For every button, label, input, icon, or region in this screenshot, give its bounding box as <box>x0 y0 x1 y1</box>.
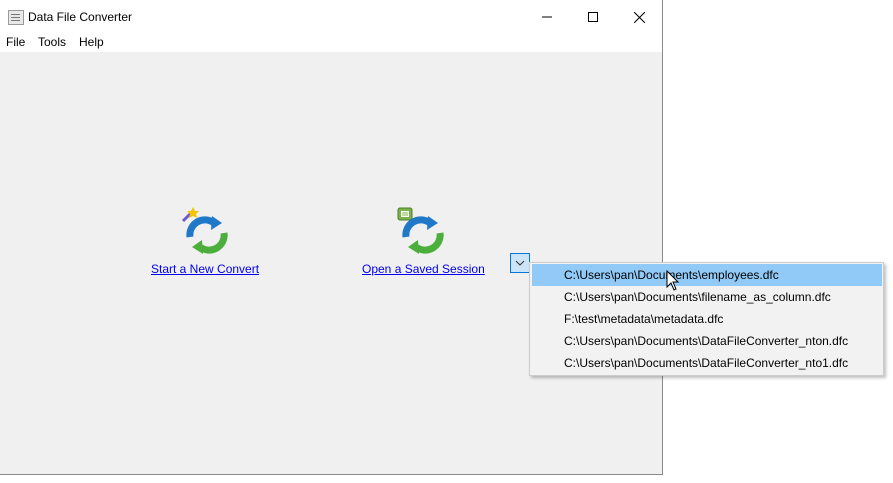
minimize-icon <box>542 16 552 18</box>
recent-file-item[interactable]: C:\Users\pan\Documents\filename_as_colum… <box>532 286 882 308</box>
close-button[interactable] <box>616 0 662 34</box>
refresh-wand-icon[interactable] <box>180 207 230 254</box>
app-window-icon <box>8 10 24 25</box>
recent-file-item[interactable]: F:\test\metadata\metadata.dfc <box>532 308 882 330</box>
title-bar[interactable]: Data File Converter <box>0 0 662 34</box>
recent-files-dropdown: C:\Users\pan\Documents\employees.dfc C:\… <box>529 262 884 376</box>
start-new-convert-link[interactable]: Start a New Convert <box>151 262 259 276</box>
window-title: Data File Converter <box>28 10 133 24</box>
menu-file[interactable]: File <box>6 35 25 49</box>
maximize-button[interactable] <box>570 0 616 34</box>
chevron-down-icon <box>515 260 525 266</box>
menu-help[interactable]: Help <box>79 35 104 49</box>
app-window: Data File Converter File Tools Help <box>0 0 663 475</box>
minimize-button[interactable] <box>524 0 570 34</box>
recent-file-item[interactable]: C:\Users\pan\Documents\DataFileConverter… <box>532 330 882 352</box>
open-saved-session-link[interactable]: Open a Saved Session <box>362 262 485 276</box>
mouse-pointer-icon <box>666 269 680 292</box>
recent-file-item[interactable]: C:\Users\pan\Documents\DataFileConverter… <box>532 352 882 374</box>
close-icon <box>633 11 645 23</box>
menu-tools[interactable]: Tools <box>38 35 66 49</box>
maximize-icon <box>588 12 598 22</box>
menu-bar: File Tools Help <box>0 34 662 52</box>
recent-file-item[interactable]: C:\Users\pan\Documents\employees.dfc <box>532 264 882 286</box>
recent-files-dropdown-button[interactable] <box>510 253 530 273</box>
refresh-document-icon[interactable] <box>396 207 446 254</box>
